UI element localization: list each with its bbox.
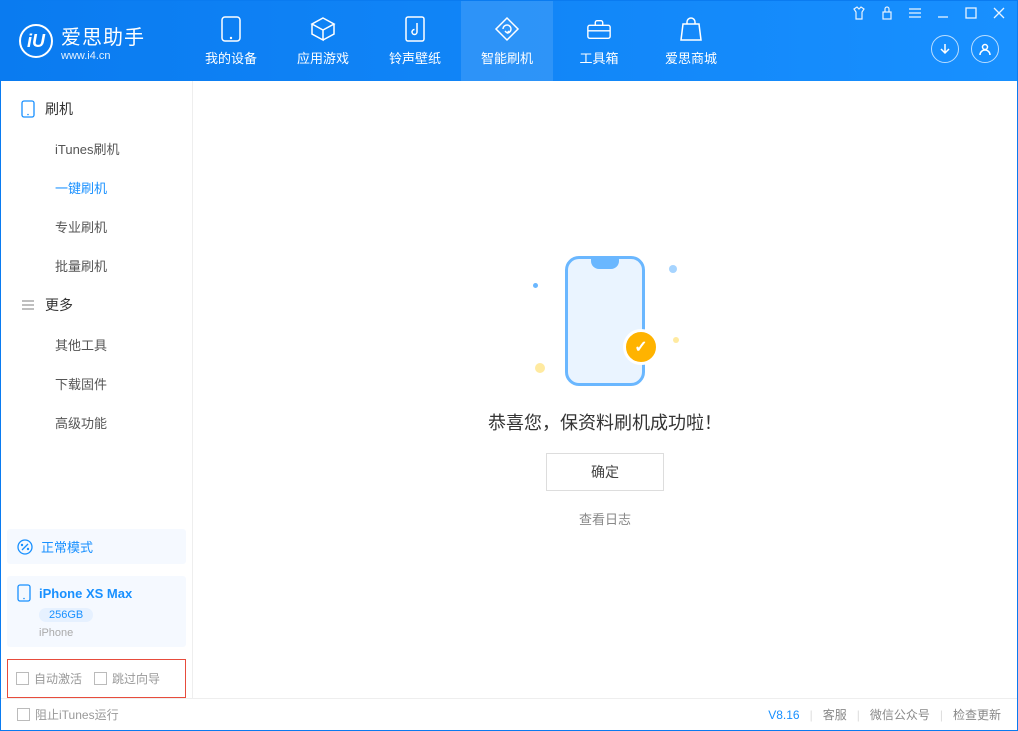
nav-label: 铃声壁纸	[389, 48, 441, 67]
device-panel[interactable]: iPhone XS Max 256GB iPhone	[7, 576, 186, 647]
nav-store[interactable]: 爱思商城	[645, 1, 737, 81]
success-message: 恭喜您，保资料刷机成功啦！	[488, 409, 722, 435]
version-label: V8.16	[768, 708, 799, 722]
refresh-icon	[494, 16, 520, 42]
app-logo: iU 爱思助手 www.i4.cn	[19, 21, 145, 62]
app-name: 爱思助手	[61, 21, 145, 50]
checkbox-icon	[94, 672, 107, 685]
sidebar-item-advanced[interactable]: 高级功能	[1, 403, 192, 442]
device-type: iPhone	[39, 627, 176, 639]
nav-toolbox[interactable]: 工具箱	[553, 1, 645, 81]
sidebar-group-flash: 刷机	[1, 89, 192, 129]
sidebar-item-batch-flash[interactable]: 批量刷机	[1, 246, 192, 285]
sidebar-group-more: 更多	[1, 285, 192, 325]
cube-icon	[310, 16, 336, 42]
maximize-icon[interactable]	[963, 5, 979, 21]
mode-icon	[17, 539, 33, 555]
view-log-link[interactable]: 查看日志	[579, 509, 631, 528]
nav-ringtones-wallpapers[interactable]: 铃声壁纸	[369, 1, 461, 81]
main-content: ✓ 恭喜您，保资料刷机成功啦！ 确定 查看日志	[193, 81, 1017, 698]
app-url: www.i4.cn	[61, 50, 145, 62]
nav-apps-games[interactable]: 应用游戏	[277, 1, 369, 81]
music-icon	[402, 16, 428, 42]
menu-icon[interactable]	[907, 5, 923, 21]
checkmark-icon: ✓	[623, 329, 659, 365]
sidebar-item-itunes-flash[interactable]: iTunes刷机	[1, 129, 192, 168]
titlebar-actions	[931, 35, 999, 63]
nav-label: 爱思商城	[665, 48, 717, 67]
checkbox-icon	[16, 672, 29, 685]
nav-label: 智能刷机	[481, 48, 533, 67]
sidebar: 刷机 iTunes刷机 一键刷机 专业刷机 批量刷机 更多 其他工具 下载固件 …	[1, 81, 193, 698]
list-icon	[21, 299, 35, 311]
phone-illustration-icon	[565, 256, 645, 386]
close-icon[interactable]	[991, 5, 1007, 21]
phone-icon	[21, 100, 35, 118]
lock-icon[interactable]	[879, 5, 895, 21]
checkbox-icon	[17, 708, 30, 721]
link-check-update[interactable]: 检查更新	[953, 706, 1001, 723]
top-nav: 我的设备 应用游戏 铃声壁纸 智能刷机 工具箱 爱思商城	[185, 1, 737, 81]
account-button[interactable]	[971, 35, 999, 63]
nav-label: 工具箱	[579, 48, 618, 67]
checkbox-label: 跳过向导	[112, 670, 160, 687]
checkbox-auto-activate[interactable]: 自动激活	[16, 670, 82, 687]
group-title: 更多	[45, 295, 73, 315]
mode-label: 正常模式	[41, 537, 93, 556]
mode-panel[interactable]: 正常模式	[7, 529, 186, 564]
sidebar-item-download-firmware[interactable]: 下载固件	[1, 364, 192, 403]
checkbox-skip-guide[interactable]: 跳过向导	[94, 670, 160, 687]
app-window: iU 爱思助手 www.i4.cn 我的设备 应用游戏 铃声壁纸 智能刷机	[0, 0, 1018, 731]
sidebar-item-pro-flash[interactable]: 专业刷机	[1, 207, 192, 246]
link-support[interactable]: 客服	[823, 706, 847, 723]
bag-icon	[678, 16, 704, 42]
nav-label: 我的设备	[205, 48, 257, 67]
logo-icon: iU	[19, 24, 53, 58]
titlebar: iU 爱思助手 www.i4.cn 我的设备 应用游戏 铃声壁纸 智能刷机	[1, 1, 1017, 81]
device-icon	[218, 16, 244, 42]
sidebar-item-oneclick-flash[interactable]: 一键刷机	[1, 168, 192, 207]
window-controls	[851, 5, 1007, 21]
confirm-button[interactable]: 确定	[546, 453, 664, 491]
checkbox-label: 阻止iTunes运行	[35, 706, 119, 723]
highlighted-options: 自动激活 跳过向导	[7, 659, 186, 698]
statusbar: 阻止iTunes运行 V8.16 | 客服 | 微信公众号 | 检查更新	[1, 698, 1017, 730]
sidebar-item-other-tools[interactable]: 其他工具	[1, 325, 192, 364]
nav-smart-flash[interactable]: 智能刷机	[461, 1, 553, 81]
storage-badge: 256GB	[39, 608, 93, 622]
success-illustration: ✓	[505, 251, 705, 391]
phone-icon	[17, 584, 31, 602]
link-wechat[interactable]: 微信公众号	[870, 706, 930, 723]
device-name: iPhone XS Max	[39, 586, 132, 601]
download-button[interactable]	[931, 35, 959, 63]
checkbox-block-itunes[interactable]: 阻止iTunes运行	[17, 706, 119, 723]
minimize-icon[interactable]	[935, 5, 951, 21]
shirt-icon[interactable]	[851, 5, 867, 21]
group-title: 刷机	[45, 99, 73, 119]
nav-my-device[interactable]: 我的设备	[185, 1, 277, 81]
body: 刷机 iTunes刷机 一键刷机 专业刷机 批量刷机 更多 其他工具 下载固件 …	[1, 81, 1017, 698]
checkbox-label: 自动激活	[34, 670, 82, 687]
toolbox-icon	[586, 16, 612, 42]
nav-label: 应用游戏	[297, 48, 349, 67]
